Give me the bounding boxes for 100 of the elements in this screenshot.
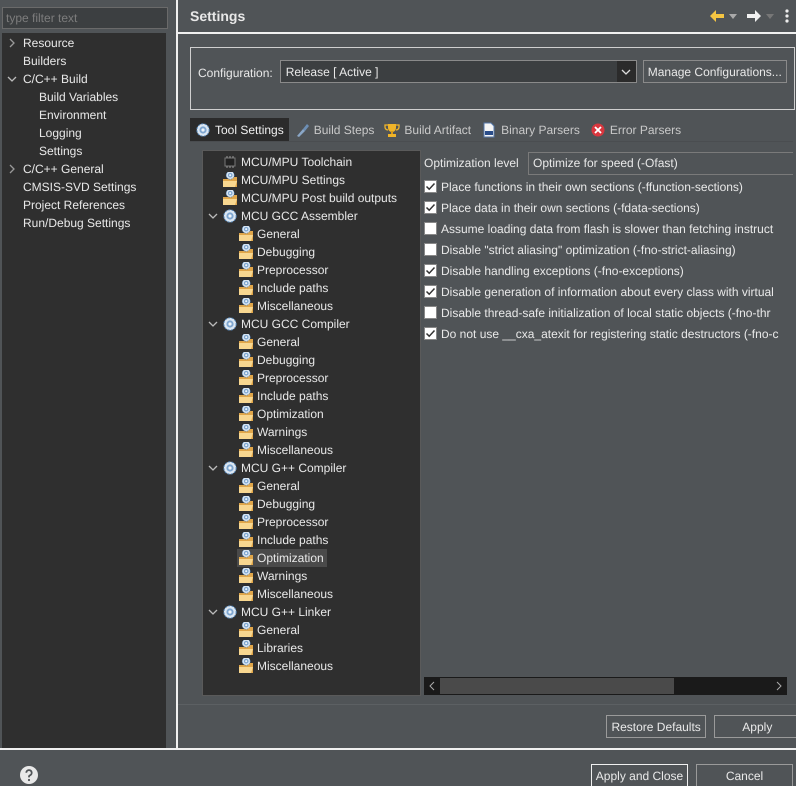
tree-item[interactable]: Build Variables <box>39 88 118 106</box>
gear-icon <box>222 316 238 332</box>
chevron-right-icon[interactable] <box>776 681 782 692</box>
folder-gear-icon <box>238 298 254 314</box>
tree-item[interactable]: Builders <box>23 52 66 70</box>
tree-item[interactable]: Warnings <box>237 567 310 586</box>
tree-item[interactable]: Preprocessor <box>237 369 332 388</box>
option-label: Assume loading data from flash is slower than fetching instruct <box>441 220 774 238</box>
checkbox[interactable] <box>424 201 437 214</box>
filter-field[interactable]: type filter text <box>2 7 168 29</box>
chevron-down-icon[interactable] <box>208 607 218 618</box>
tree-item[interactable]: Resource <box>23 34 74 52</box>
tree-item[interactable]: MCU/MPU Settings <box>221 171 348 190</box>
tree-item[interactable]: MCU G++ Compiler <box>221 459 350 478</box>
tree-item[interactable]: Include paths <box>237 387 332 406</box>
error-icon <box>590 122 606 138</box>
option-label: Disable generation of information about every class with virtual <box>441 284 774 301</box>
manage-configurations-button[interactable]: Manage Configurations... <box>642 60 787 84</box>
tree-item[interactable]: Environment <box>39 106 106 124</box>
tree-item[interactable]: Project References <box>23 196 126 214</box>
tree-item[interactable]: General <box>237 477 303 496</box>
gear-icon <box>222 604 238 620</box>
tree-item[interactable]: Include paths <box>237 279 332 298</box>
chevron-down-icon[interactable] <box>208 319 218 330</box>
checkbox[interactable] <box>424 306 437 320</box>
tab[interactable]: Build Artifact <box>379 118 476 142</box>
tree-item[interactable]: Optimization <box>237 549 327 568</box>
tree-item[interactable]: Debugging <box>237 495 318 514</box>
tree-item[interactable]: Preprocessor <box>237 513 332 532</box>
forward-icon[interactable] <box>746 9 762 24</box>
tab[interactable]: Build Steps <box>288 118 380 142</box>
tree-item[interactable]: Optimization <box>237 405 327 424</box>
folder-gear-icon <box>238 568 254 584</box>
tree-item[interactable]: MCU/MPU Post build outputs <box>221 189 400 208</box>
folder-gear-icon <box>238 226 254 242</box>
apply-button[interactable]: Apply <box>714 715 796 738</box>
checkbox[interactable] <box>424 222 437 236</box>
option-label: Disable thread-safe initialization of local static objects (-fno-thr <box>441 304 770 322</box>
folder-gear-icon <box>238 442 254 458</box>
tree-item[interactable]: C/C++ Build <box>23 70 88 88</box>
apply-and-close-button[interactable]: Apply and Close <box>591 764 688 786</box>
tree-item[interactable]: General <box>237 333 303 352</box>
optimization-level-label: Optimization level <box>424 155 520 172</box>
tree-item[interactable]: General <box>237 621 303 640</box>
tree-item[interactable]: Include paths <box>237 531 332 550</box>
tree-item[interactable]: Libraries <box>237 639 306 658</box>
chevron-right-icon[interactable] <box>7 164 17 174</box>
tree-item[interactable]: Miscellaneous <box>237 297 336 316</box>
cancel-button[interactable]: Cancel <box>696 764 793 786</box>
tree-item[interactable]: Settings <box>39 142 82 160</box>
horizontal-scrollbar[interactable] <box>424 677 787 696</box>
tree-item[interactable]: Miscellaneous <box>237 441 336 460</box>
chevron-down-icon[interactable] <box>208 463 218 474</box>
checkbox[interactable] <box>424 285 437 298</box>
more-menu-icon[interactable] <box>784 9 789 24</box>
help-icon[interactable] <box>20 766 38 784</box>
chip-icon <box>222 154 238 170</box>
checkbox[interactable] <box>424 327 437 340</box>
chevron-down-icon[interactable] <box>208 211 218 222</box>
tree-item[interactable]: Miscellaneous <box>237 657 336 676</box>
tab[interactable]: Binary Parsers <box>476 118 585 142</box>
tree-item[interactable]: MCU GCC Compiler <box>221 315 353 334</box>
checkbox[interactable] <box>424 180 437 194</box>
tree-item[interactable]: Logging <box>39 124 82 142</box>
folder-gear-icon <box>238 532 254 548</box>
chevron-right-icon[interactable] <box>7 38 17 48</box>
tree-item[interactable]: Debugging <box>237 243 318 262</box>
trophy-icon <box>384 122 400 138</box>
tree-item[interactable]: Warnings <box>237 423 310 442</box>
tree-item[interactable]: MCU/MPU Toolchain <box>221 153 356 172</box>
chevron-left-icon[interactable] <box>429 681 435 692</box>
configuration-dropdown[interactable]: Release [ Active ] <box>280 60 637 84</box>
folder-gear-icon <box>238 280 254 296</box>
chevron-down-icon[interactable] <box>7 74 17 84</box>
tree-item[interactable]: MCU GCC Assembler <box>221 207 361 226</box>
gear-icon <box>195 122 211 138</box>
checkbox[interactable] <box>424 243 437 256</box>
option-label: Place functions in their own sections (-ffunction-sections) <box>441 178 743 196</box>
folder-gear-icon <box>238 406 254 422</box>
tree-item[interactable]: General <box>237 225 303 244</box>
tree-item[interactable]: C/C++ General <box>23 160 104 178</box>
back-icon[interactable] <box>708 9 725 24</box>
tree-item[interactable]: Debugging <box>237 351 318 370</box>
dropdown-caret-icon[interactable] <box>728 14 737 19</box>
tree-item[interactable]: MCU G++ Linker <box>221 603 334 622</box>
restore-defaults-button[interactable]: Restore Defaults <box>606 715 706 738</box>
folder-gear-icon <box>238 658 254 674</box>
checkbox[interactable] <box>424 264 437 278</box>
tree-item[interactable]: CMSIS-SVD Settings <box>23 178 136 196</box>
tree-item[interactable]: Preprocessor <box>237 261 332 280</box>
optimization-level-dropdown[interactable]: Optimize for speed (-Ofast) <box>528 152 793 175</box>
tree-item[interactable]: Miscellaneous <box>237 585 336 604</box>
folder-gear-icon <box>238 496 254 512</box>
folder-gear-icon <box>222 190 238 206</box>
tab[interactable]: Tool Settings <box>190 118 289 142</box>
configuration-label: Configuration: <box>198 65 273 82</box>
option-label: Do not use __cxa_atexit for registering static destructors (-fno-c <box>441 326 778 343</box>
tab[interactable]: Error Parsers <box>584 118 686 142</box>
tree-item[interactable]: Run/Debug Settings <box>23 214 130 232</box>
folder-gear-icon <box>238 388 254 404</box>
